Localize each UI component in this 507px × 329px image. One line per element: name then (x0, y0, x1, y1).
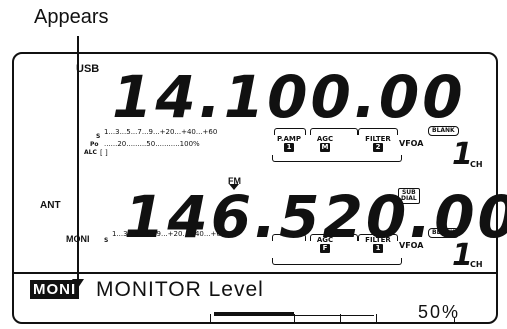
filter-bracket (358, 128, 398, 135)
sub-dial-indicator: SUB DIAL (398, 188, 420, 204)
sub-agc-value: F (320, 244, 330, 253)
percent-pointer (454, 318, 455, 324)
appears-callout-label: Appears (34, 6, 109, 28)
sub-filter-value: 1 (373, 244, 383, 253)
main-frequency: 14.100.00 (112, 63, 466, 131)
sub-vfo-indicator: VFOA (399, 241, 424, 250)
sub-agc-label: AGC (316, 236, 334, 244)
filter-label: FILTER (365, 135, 391, 143)
alc-label: ALC (84, 149, 97, 156)
antenna-indicator: ANT (40, 200, 61, 211)
sub-settings-bracket (272, 258, 402, 265)
agc-indicator: AGC M (312, 135, 338, 152)
level-bar-tick-mid (294, 314, 295, 323)
menu-item-monitor-level[interactable]: MONITOR Level (96, 278, 264, 302)
main-channel-label: CH (470, 160, 483, 169)
menu-divider (14, 272, 496, 274)
operating-mode: USB (76, 63, 100, 75)
s-meter-scale: 1...3...5...7...9...+20...+40...+60 (104, 128, 218, 136)
po-meter-scale: ......20.........50...........100% (104, 140, 200, 148)
level-bar-fill[interactable] (214, 312, 294, 316)
sub-agc-indicator: AGC F (312, 236, 338, 253)
sub-filter-indicator: FILTER 1 (360, 236, 396, 253)
main-settings-bracket (272, 155, 402, 162)
agc-label: AGC (316, 135, 334, 143)
p-amp-bracket (274, 128, 306, 135)
menu-moni-tag: MONI (30, 280, 80, 299)
agc-value: M (320, 143, 330, 152)
p-amp-indicator: P.AMP 1 (272, 135, 306, 152)
p-amp-value: 1 (284, 143, 294, 152)
sub-s-meter-label: S (104, 237, 109, 244)
level-bar-tick-right (340, 314, 341, 323)
sub-channel-label: CH (470, 260, 483, 269)
level-bar-tick-start (210, 314, 211, 323)
filter-value: 2 (373, 143, 383, 152)
po-label: Po (90, 141, 99, 148)
agc-bracket (310, 128, 358, 135)
s-meter-label: S (96, 133, 101, 140)
sub-blank-indicator: BLANK (428, 228, 459, 238)
sub-dial-line2: DIAL (401, 195, 417, 202)
alc-meter-scale: [ ] (100, 149, 108, 157)
p-amp-label: P.AMP (276, 135, 302, 143)
sub-s-meter-scale: 1...3...5...7...9...+20...+40...+60 (112, 230, 226, 238)
sub-left-bracket (272, 234, 306, 241)
level-bar-tick-end (376, 314, 377, 323)
main-vfo-indicator: VFOA (399, 139, 424, 148)
sub-filter-label: FILTER (365, 236, 391, 244)
main-blank-indicator: BLANK (428, 126, 459, 136)
moni-indicator: MONI (66, 234, 90, 244)
filter-indicator: FILTER 2 (360, 135, 396, 152)
